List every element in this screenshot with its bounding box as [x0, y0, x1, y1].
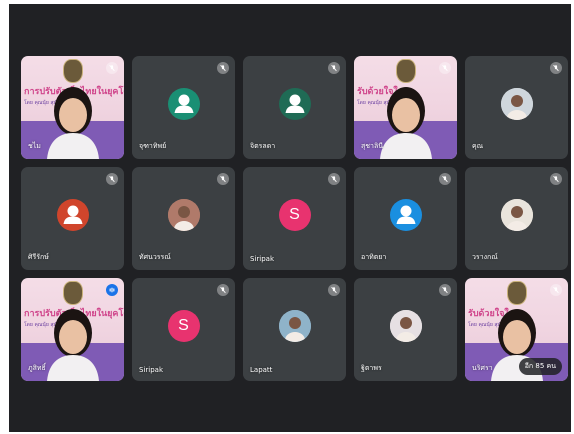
seal-emblem	[63, 281, 83, 305]
participant-face	[46, 87, 99, 159]
avatar-letter: S	[178, 316, 189, 334]
participant-tile[interactable]: จิตรลดา	[243, 56, 346, 159]
participant-tile[interactable]: การปรับตัวเด็กไทยในยุคโควิโดย คุณนุ้ย สุ…	[21, 56, 124, 159]
participant-tile[interactable]: ศิรีรักษ์	[21, 167, 124, 270]
muted-indicator	[328, 173, 340, 185]
mic-on-icon	[109, 287, 115, 293]
muted-indicator	[217, 173, 229, 185]
seal-emblem	[396, 59, 416, 83]
muted-indicator	[217, 284, 229, 296]
mic-off-icon	[331, 286, 337, 294]
participant-avatar: S	[167, 309, 200, 342]
participant-tile[interactable]: วรางกณ์	[465, 167, 568, 270]
participant-avatar	[389, 309, 422, 342]
participant-tile[interactable]: อาทิตยา	[354, 167, 457, 270]
participant-name: ภูสิทธิ์	[28, 364, 46, 372]
muted-indicator	[328, 284, 340, 296]
participant-name: Lapatt	[250, 366, 273, 374]
muted-indicator	[106, 62, 118, 74]
seal-emblem	[63, 59, 83, 83]
participant-tile[interactable]: การปรับตัวเด็กไทยในยุคโควิโดย คุณนุ้ย สุ…	[21, 278, 124, 381]
participant-avatar	[167, 198, 200, 231]
person-icon	[396, 205, 415, 224]
muted-indicator	[106, 173, 118, 185]
participant-name: คุณ	[472, 142, 484, 150]
muted-indicator	[439, 284, 451, 296]
seal-emblem	[507, 281, 527, 305]
profile-photo	[500, 87, 533, 120]
mic-off-icon	[553, 286, 559, 294]
participant-avatar	[500, 87, 533, 120]
participant-avatar: S	[278, 198, 311, 231]
mic-off-icon	[442, 64, 448, 72]
participant-face	[379, 87, 432, 159]
participant-tile[interactable]: ฐิตาพร	[354, 278, 457, 381]
mic-off-icon	[442, 286, 448, 294]
participant-name: สุชาลินี	[361, 142, 384, 150]
more-participants-badge[interactable]: อีก 85 คน	[518, 358, 562, 375]
participant-tile[interactable]: รับด้วยใจในยุค โดย คุณนุ้ย สุมัยประเ สุชาล…	[354, 56, 457, 159]
profile-photo	[500, 198, 533, 231]
person-icon	[285, 94, 304, 113]
profile-photo	[278, 309, 311, 342]
mic-off-icon	[553, 64, 559, 72]
participant-name: Siripak	[139, 366, 163, 374]
person-icon	[63, 205, 82, 224]
participant-name: จิตรลดา	[250, 142, 276, 150]
participant-name: ชไม	[28, 142, 41, 150]
participant-name: นริศรา	[472, 364, 493, 372]
participant-name: ศิรีรักษ์	[28, 253, 49, 261]
muted-indicator	[439, 173, 451, 185]
muted-indicator	[328, 62, 340, 74]
participant-avatar	[167, 87, 200, 120]
participant-tile[interactable]: รับด้วยใจในยุค โดย คุณนุ้ย สุมัยประเ นริศร…	[465, 278, 568, 381]
profile-photo	[389, 309, 422, 342]
mic-off-icon	[220, 64, 226, 72]
participant-name: Siripak	[250, 255, 274, 263]
muted-indicator	[550, 62, 562, 74]
participant-tile[interactable]: S Siripak	[132, 278, 235, 381]
participant-name: วรางกณ์	[472, 253, 498, 261]
muted-indicator	[550, 284, 562, 296]
mic-off-icon	[442, 175, 448, 183]
mic-off-icon	[109, 175, 115, 183]
participant-name: จุฑาทิพย์	[139, 142, 167, 150]
participant-avatar	[389, 198, 422, 231]
speaking-indicator	[106, 284, 118, 296]
mic-off-icon	[553, 175, 559, 183]
muted-indicator	[439, 62, 451, 74]
meeting-window: การปรับตัวเด็กไทยในยุคโควิโดย คุณนุ้ย สุ…	[9, 4, 571, 432]
participant-tile[interactable]: จุฑาทิพย์	[132, 56, 235, 159]
participant-tile[interactable]: คุณ	[465, 56, 568, 159]
participant-tile[interactable]: Lapatt	[243, 278, 346, 381]
participant-avatar	[56, 198, 89, 231]
participant-name: อาทิตยา	[361, 253, 387, 261]
participant-face	[46, 309, 99, 381]
avatar-letter: S	[289, 205, 300, 223]
participant-tile[interactable]: ทัศนวรรณ์	[132, 167, 235, 270]
mic-off-icon	[220, 286, 226, 294]
mic-off-icon	[331, 175, 337, 183]
participant-avatar	[278, 309, 311, 342]
participant-avatar	[500, 198, 533, 231]
participant-tile[interactable]: S Siripak	[243, 167, 346, 270]
profile-photo	[167, 198, 200, 231]
muted-indicator	[217, 62, 229, 74]
muted-indicator	[550, 173, 562, 185]
participant-grid: การปรับตัวเด็กไทยในยุคโควิโดย คุณนุ้ย สุ…	[21, 56, 571, 381]
participant-name: ทัศนวรรณ์	[139, 253, 171, 261]
participant-avatar	[278, 87, 311, 120]
person-icon	[174, 94, 193, 113]
mic-off-icon	[109, 64, 115, 72]
participant-name: ฐิตาพร	[361, 364, 382, 372]
mic-off-icon	[331, 64, 337, 72]
mic-off-icon	[220, 175, 226, 183]
